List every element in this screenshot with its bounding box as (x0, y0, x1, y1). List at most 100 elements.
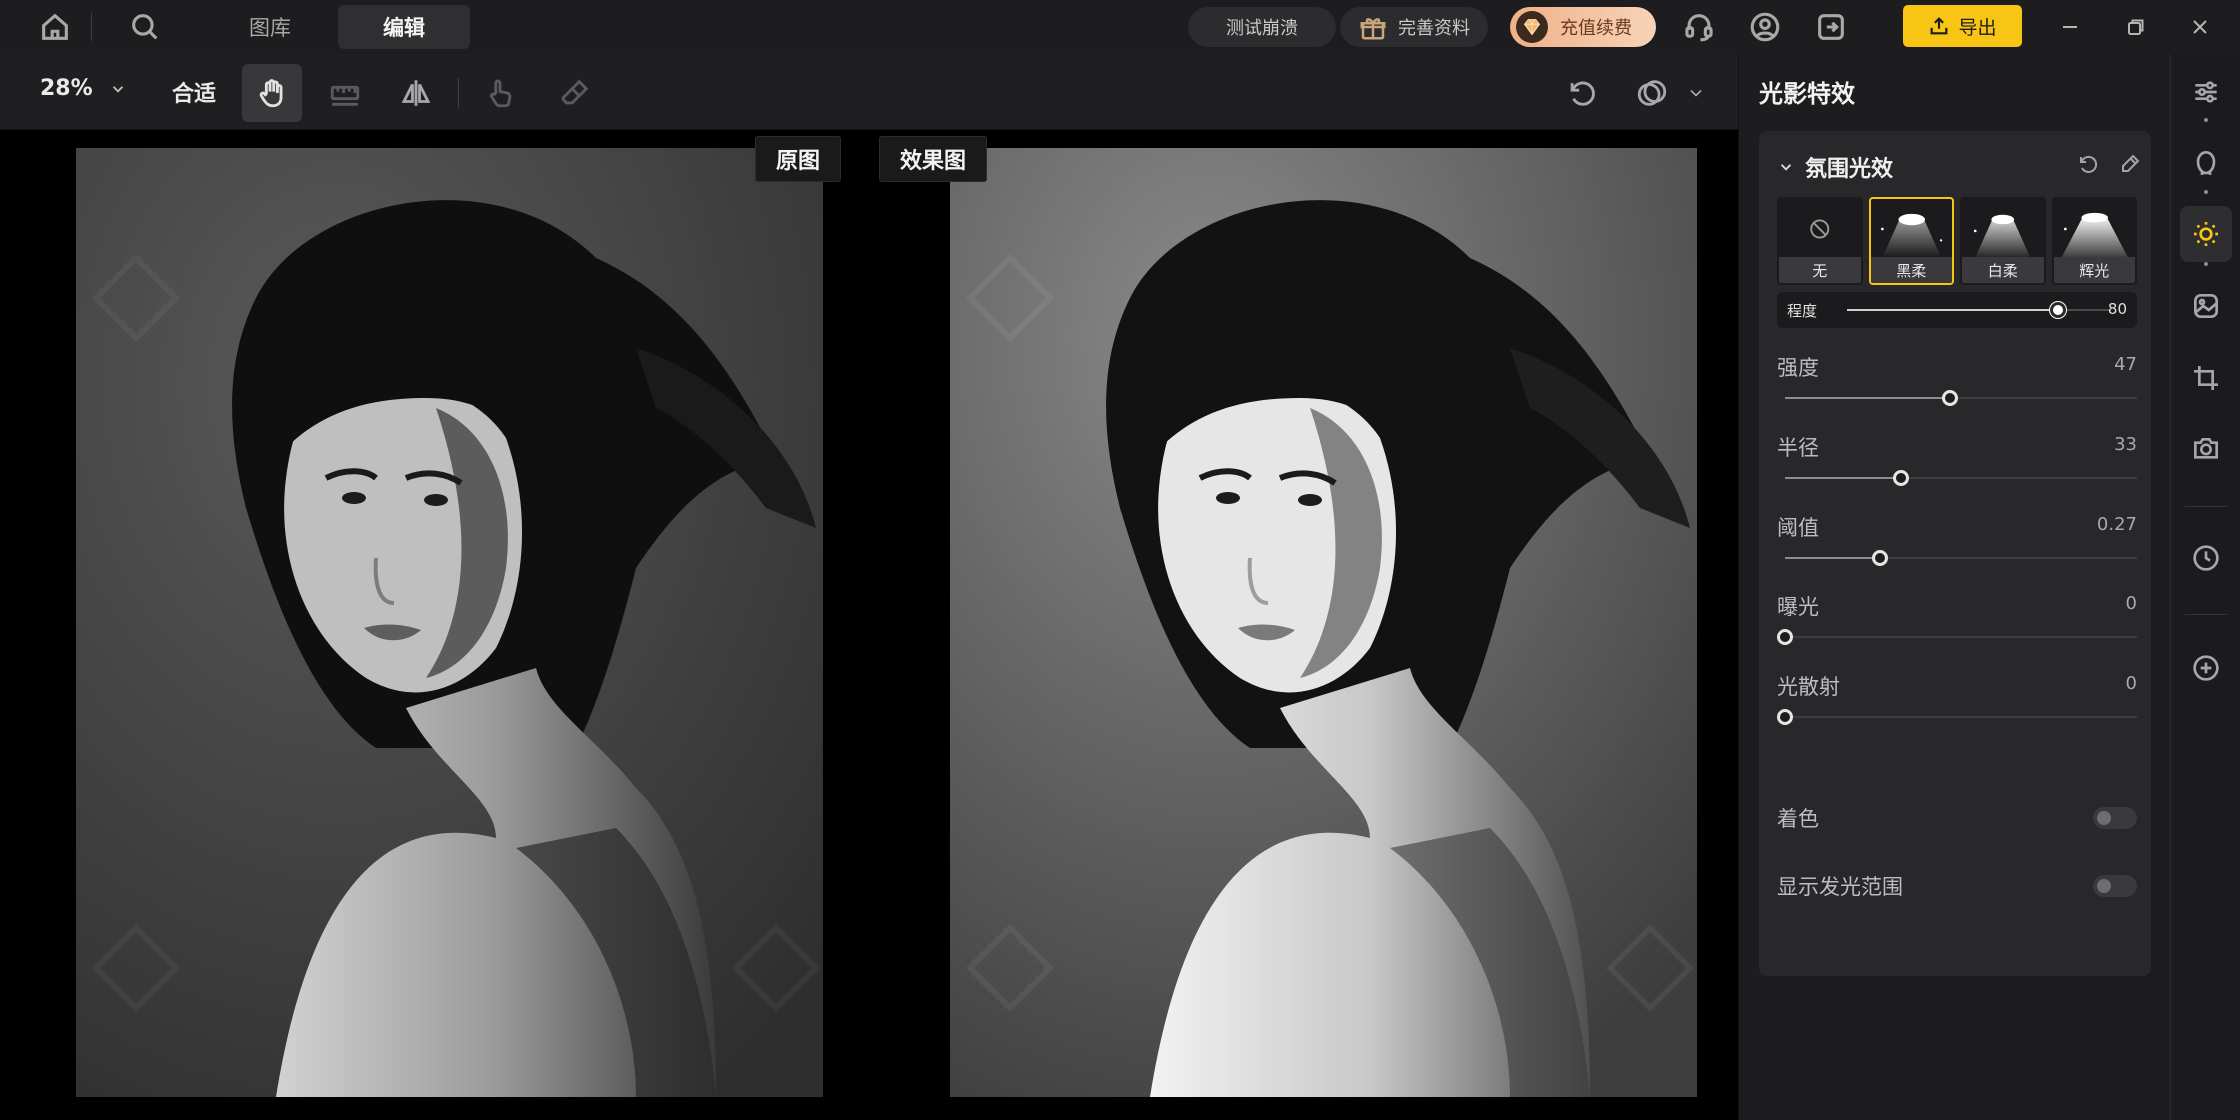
compare-icon (1637, 80, 1667, 106)
degree-track[interactable] (1847, 302, 2111, 318)
headset-icon[interactable] (1680, 8, 1718, 46)
rail-divider (2185, 506, 2227, 507)
export-button[interactable]: 导出 (1903, 5, 2022, 47)
undo-button[interactable] (1552, 64, 1612, 122)
eraser-icon (561, 79, 589, 105)
ruler-icon (330, 85, 360, 106)
flip-tool-button[interactable] (386, 64, 446, 122)
tint-toggle[interactable] (2093, 807, 2137, 829)
tab-library[interactable]: 图库 (222, 5, 318, 49)
close-button[interactable] (2180, 8, 2220, 46)
face-icon[interactable] (2180, 135, 2232, 191)
slider-strength[interactable]: 强度 47 (1777, 352, 2137, 412)
hand-icon (259, 79, 283, 108)
slider-scatter[interactable]: 光散射 0 (1777, 671, 2137, 731)
camera-icon[interactable] (2180, 420, 2232, 476)
ambient-light-card: 氛围光效 无 黑柔 白柔 辉光 程度 80 强度 47 半径 33 阈值 0.2… (1759, 131, 2151, 976)
slider-label: 半径 (1777, 436, 1819, 460)
slider-knob[interactable] (1777, 629, 1793, 645)
search-icon[interactable] (126, 8, 164, 46)
tab-edit[interactable]: 编辑 (338, 5, 470, 49)
rail-divider (2185, 614, 2227, 615)
edit-icon[interactable] (2115, 149, 2145, 179)
pointer-tool-button[interactable] (470, 64, 530, 122)
slider-threshold[interactable]: 阈值 0.27 (1777, 512, 2137, 572)
slider-fill (1785, 397, 1951, 399)
title-bar: 图库 编辑 测试崩溃 完善资料 充值续费 导出 (0, 0, 2240, 54)
history-icon[interactable] (2180, 530, 2232, 586)
slider-knob[interactable] (1777, 709, 1793, 725)
slider-knob[interactable] (1942, 390, 1959, 406)
slider-track[interactable] (1785, 470, 2137, 486)
divider (91, 13, 92, 41)
restore-button[interactable] (2116, 8, 2156, 46)
chevron-down-icon (1780, 164, 1792, 171)
slider-track[interactable] (1785, 550, 2137, 566)
toggle-row-glow-range: 显示发光范围 (1777, 871, 2137, 901)
ruler-tool-button[interactable] (315, 64, 375, 122)
minimize-icon (2063, 26, 2077, 28)
recharge-button[interactable]: 充值续费 (1510, 7, 1656, 47)
slider-label: 光散射 (1777, 675, 1840, 699)
slider-knob[interactable] (1872, 550, 1889, 566)
preset-label: 无 (1779, 257, 1861, 283)
degree-label: 程度 (1787, 302, 1818, 320)
slider-fill (1785, 557, 1881, 559)
preset-label: 白柔 (1962, 257, 2044, 283)
fit-button[interactable]: 合适 (172, 76, 216, 108)
test-crash-button[interactable]: 测试崩溃 (1188, 7, 1336, 47)
rail-dot (2204, 262, 2208, 266)
complete-profile-button[interactable]: 完善资料 (1340, 7, 1488, 47)
export-label: 导出 (1958, 16, 1997, 39)
effect-label: 效果图 (879, 136, 988, 182)
preset-glow[interactable]: 辉光 (2051, 197, 2137, 285)
slider-track[interactable] (1777, 629, 2137, 645)
eraser-tool-button[interactable] (545, 64, 605, 122)
recharge-label: 充值续费 (1560, 18, 1632, 39)
degree-slider[interactable]: 程度 80 (1777, 292, 2137, 328)
slider-exposure[interactable]: 曝光 0 (1777, 591, 2137, 651)
rail-dot (2204, 190, 2208, 194)
zoom-select[interactable]: 28% (40, 76, 127, 101)
toolbar-divider (458, 78, 459, 108)
home-icon[interactable] (36, 8, 74, 46)
slider-track[interactable] (1785, 390, 2137, 406)
minimize-button[interactable] (2050, 8, 2090, 46)
logout-icon[interactable] (1812, 8, 1850, 46)
restore-icon (2128, 19, 2144, 35)
preset-none[interactable]: 无 (1777, 197, 1863, 285)
slider-track[interactable] (1777, 709, 2137, 725)
preset-white-soft[interactable]: 白柔 (1960, 197, 2046, 285)
slider-value: 33 (2114, 434, 2137, 455)
glow-range-toggle[interactable] (2093, 875, 2137, 897)
toggle-label: 着色 (1777, 807, 1819, 831)
user-icon[interactable] (1746, 8, 1784, 46)
complete-profile-label: 完善资料 (1398, 18, 1470, 39)
sun-icon[interactable] (2180, 206, 2232, 262)
slider-knob[interactable] (1893, 470, 1910, 486)
effect-image (950, 148, 1697, 1097)
slider-label: 曝光 (1777, 595, 1819, 619)
ban-icon (1779, 199, 1861, 259)
degree-value: 80 (2107, 300, 2127, 318)
slider-value: 0 (2125, 673, 2137, 694)
adjust-icon[interactable] (2180, 64, 2232, 120)
reset-icon[interactable] (2073, 149, 2103, 179)
zoom-value: 28% (40, 76, 93, 101)
degree-knob[interactable] (2050, 302, 2067, 318)
upload-icon (1931, 17, 1948, 35)
slider-radius[interactable]: 半径 33 (1777, 432, 2137, 492)
gem-icon (1516, 11, 1548, 43)
image-edit-icon[interactable] (2180, 278, 2232, 334)
plus-icon[interactable] (2180, 640, 2232, 696)
crop-icon[interactable] (2180, 350, 2232, 406)
toggle-label: 显示发光范围 (1777, 875, 1903, 899)
hand-tool-button[interactable] (242, 64, 302, 122)
compare-dropdown[interactable] (1666, 64, 1726, 122)
section-header[interactable]: 氛围光效 (1777, 151, 1893, 183)
undo-icon (1570, 81, 1595, 106)
preset-black-soft[interactable]: 黑柔 (1868, 197, 1954, 285)
image-canvas[interactable]: 原图 效果图 (0, 131, 1738, 1120)
chevron-down-icon (1690, 89, 1702, 97)
panel-title: 光影特效 (1759, 80, 1855, 108)
